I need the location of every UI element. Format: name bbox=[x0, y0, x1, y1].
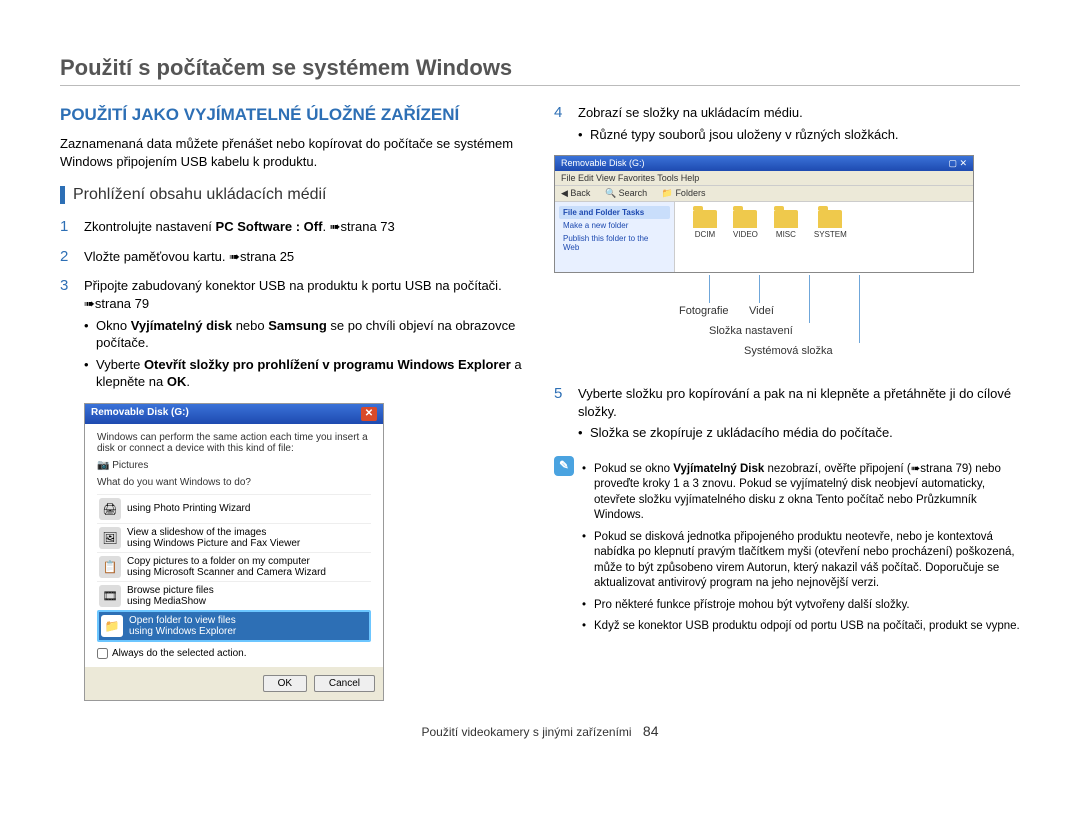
folder-label: SYSTEM bbox=[814, 230, 847, 239]
folder-label: MISC bbox=[776, 230, 796, 239]
step-text: Vyberte složku pro kopírování a pak na n… bbox=[578, 386, 1011, 419]
dialog-pictures: Pictures bbox=[112, 460, 148, 471]
sidebar-link[interactable]: Publish this folder to the Web bbox=[559, 232, 670, 254]
bullet-text: Různé typy souborů jsou uloženy v různýc… bbox=[578, 126, 1020, 144]
section-heading: POUŽITÍ JAKO VYJÍMATELNÉ ÚLOŽNÉ ZAŘÍZENÍ bbox=[60, 104, 526, 125]
always-checkbox[interactable]: Always do the selected action. bbox=[97, 648, 371, 659]
bullet-text: Okno bbox=[96, 318, 131, 333]
page-footer: Použití videokamery s jinými zařízeními … bbox=[60, 723, 1020, 739]
dialog-option[interactable]: 📋Copy pictures to a folder on my compute… bbox=[97, 552, 371, 581]
dialog-option[interactable]: 🖼View a slideshow of the imagesusing Win… bbox=[97, 523, 371, 552]
dialog-text: Windows can perform the same action each… bbox=[97, 432, 371, 454]
note-text: Pro některé funkce přístroje mohou být v… bbox=[582, 598, 1020, 614]
sidebar-link[interactable]: Make a new folder bbox=[559, 219, 670, 232]
note-icon: ✎ bbox=[554, 456, 574, 476]
explorer-sidebar: File and Folder Tasks Make a new folder … bbox=[555, 202, 675, 272]
option-sub: using Windows Picture and Fax Viewer bbox=[127, 538, 300, 549]
note-text: Pokud se okno bbox=[594, 463, 673, 475]
bullet-bold: Vyjímatelný disk bbox=[131, 318, 232, 333]
dialog-option[interactable]: 🎞Browse picture filesusing MediaShow bbox=[97, 581, 371, 610]
note-bold: Vyjímatelný Disk bbox=[673, 463, 764, 475]
folders-button[interactable]: Folders bbox=[675, 188, 705, 198]
step-number: 1 bbox=[60, 218, 74, 236]
step-4: 4 Zobrazí se složky na ukládacím médiu. … bbox=[554, 104, 1020, 143]
dialog-title: Removable Disk (G:) bbox=[91, 407, 189, 421]
left-column: POUŽITÍ JAKO VYJÍMATELNÉ ÚLOŽNÉ ZAŘÍZENÍ… bbox=[60, 104, 526, 701]
bullet-bold: OK bbox=[167, 374, 187, 389]
explorer-title: Removable Disk (G:) bbox=[561, 158, 645, 169]
folder-dcim[interactable]: DCIM bbox=[693, 210, 717, 264]
callout-foto: Fotografie bbox=[679, 305, 729, 317]
dialog-option[interactable]: 🖨using Photo Printing Wizard bbox=[97, 494, 371, 523]
step-number: 2 bbox=[60, 248, 74, 266]
page-title: Použití s počítačem se systémem Windows bbox=[60, 55, 1020, 86]
callout-settings: Složka nastavení bbox=[709, 325, 793, 337]
step-3: 3 Připojte zabudovaný konektor USB na pr… bbox=[60, 277, 526, 390]
explorer-content: DCIM VIDEO MISC SYSTEM bbox=[675, 202, 973, 272]
autoplay-dialog: Removable Disk (G:) ✕ Windows can perfor… bbox=[84, 403, 384, 701]
back-button[interactable]: Back bbox=[570, 188, 590, 198]
note-text: Když se konektor USB produktu odpojí od … bbox=[582, 619, 1020, 635]
right-column: 4 Zobrazí se složky na ukládacím médiu. … bbox=[554, 104, 1020, 701]
bullet-text: nebo bbox=[232, 318, 268, 333]
option-label: Open folder to view files bbox=[129, 615, 236, 626]
folder-icon bbox=[774, 210, 798, 228]
step-text: Zobrazí se složky na ukládacím médiu. bbox=[578, 105, 803, 120]
explorer-menu[interactable]: File Edit View Favorites Tools Help bbox=[555, 171, 973, 186]
bullet-text: Složka se zkopíruje z ukládacího média d… bbox=[578, 424, 1020, 442]
option-sub: using Windows Explorer bbox=[129, 626, 236, 637]
folder-system[interactable]: SYSTEM bbox=[814, 210, 847, 264]
intro-text: Zaznamenaná data můžete přenášet nebo ko… bbox=[60, 135, 526, 170]
folder-video[interactable]: VIDEO bbox=[733, 210, 758, 264]
option-label: Copy pictures to a folder on my computer bbox=[127, 556, 326, 567]
checkbox-label: Always do the selected action. bbox=[112, 648, 247, 659]
bullet-text: Vyberte bbox=[96, 357, 144, 372]
step-number: 5 bbox=[554, 385, 568, 442]
step-1: 1 Zkontrolujte nastavení PC Software : O… bbox=[60, 218, 526, 236]
note-text: Pokud se disková jednotka připojeného pr… bbox=[582, 530, 1020, 592]
step-text: . ➠strana 73 bbox=[322, 219, 394, 234]
option-label: using Photo Printing Wizard bbox=[127, 503, 250, 514]
option-sub: using Microsoft Scanner and Camera Wizar… bbox=[127, 567, 326, 578]
option-label: Browse picture files bbox=[127, 585, 214, 596]
sidebar-task-header: File and Folder Tasks bbox=[559, 206, 670, 219]
folder-label: DCIM bbox=[695, 230, 715, 239]
cancel-button[interactable]: Cancel bbox=[314, 675, 375, 692]
explorer-toolbar[interactable]: ◀ Back 🔍 Search 📁 Folders bbox=[555, 186, 973, 202]
ok-button[interactable]: OK bbox=[263, 675, 307, 692]
window-controls[interactable]: ▢ ✕ bbox=[948, 158, 967, 169]
folder-icon bbox=[693, 210, 717, 228]
step-text: Zkontrolujte nastavení bbox=[84, 219, 216, 234]
page-number: 84 bbox=[643, 723, 659, 739]
bullet-text: . bbox=[186, 374, 190, 389]
folder-icon bbox=[733, 210, 757, 228]
step-text: Vložte paměťovou kartu. ➠strana 25 bbox=[84, 248, 526, 266]
step-number: 3 bbox=[60, 277, 74, 390]
explorer-window: Removable Disk (G:) ▢ ✕ File Edit View Fa… bbox=[554, 155, 974, 273]
footer-text: Použití videokamery s jinými zařízeními bbox=[422, 725, 632, 739]
bullet-bold: Otevřít složky pro prohlížení v programu… bbox=[144, 357, 511, 372]
note-section: ✎ Pokud se okno Vyjímatelný Disk nezobra… bbox=[554, 456, 1020, 635]
step-number: 4 bbox=[554, 104, 568, 143]
folder-icon bbox=[818, 210, 842, 228]
folder-label: VIDEO bbox=[733, 230, 758, 239]
dialog-option-selected[interactable]: 📁Open folder to view filesusing Windows … bbox=[97, 610, 371, 642]
step-bold: PC Software : Off bbox=[216, 219, 323, 234]
dialog-prompt: What do you want Windows to do? bbox=[97, 477, 371, 488]
folder-callouts: Fotografie Videí Složka nastavení Systém… bbox=[554, 275, 974, 385]
bullet-bold: Samsung bbox=[268, 318, 327, 333]
step-text: Připojte zabudovaný konektor USB na prod… bbox=[84, 278, 502, 311]
sub-heading: Prohlížení obsahu ukládacích médií bbox=[60, 186, 526, 204]
search-button[interactable]: Search bbox=[619, 188, 648, 198]
option-sub: using MediaShow bbox=[127, 596, 214, 607]
option-label: View a slideshow of the images bbox=[127, 527, 300, 538]
folder-misc[interactable]: MISC bbox=[774, 210, 798, 264]
callout-system: Systémová složka bbox=[744, 345, 833, 357]
step-2: 2 Vložte paměťovou kartu. ➠strana 25 bbox=[60, 248, 526, 266]
step-5: 5 Vyberte složku pro kopírování a pak na… bbox=[554, 385, 1020, 442]
close-icon[interactable]: ✕ bbox=[361, 407, 377, 421]
callout-video: Videí bbox=[749, 305, 774, 317]
